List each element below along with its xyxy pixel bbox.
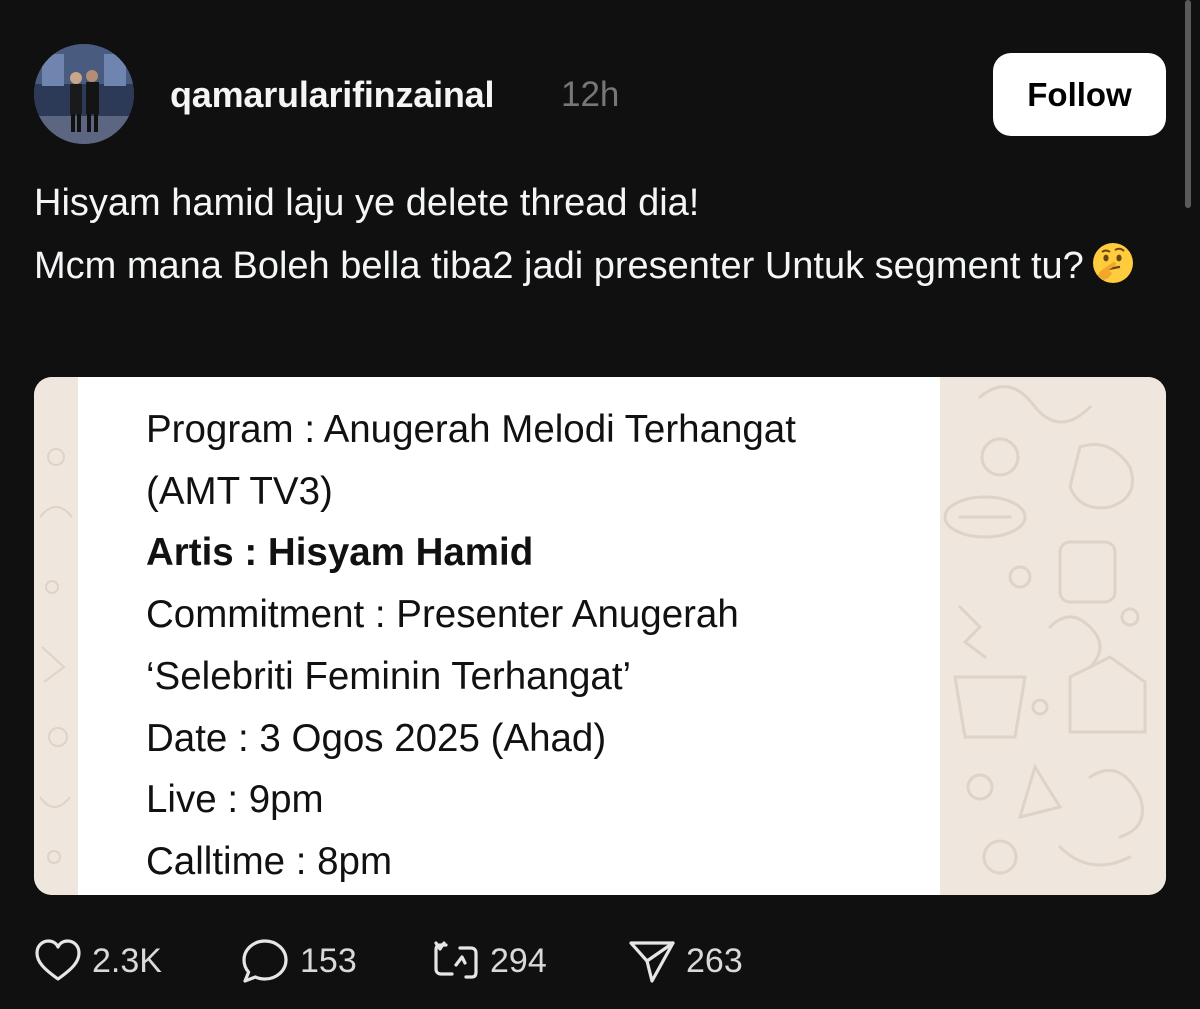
- post-text-line: Hisyam hamid laju ye delete thread dia!: [34, 182, 700, 224]
- message-line: Calltime : 8pm: [146, 839, 393, 883]
- chat-wallpaper-right: [940, 377, 1166, 895]
- comment-bubble-icon: [242, 939, 288, 983]
- avatar-photo: [34, 44, 134, 144]
- wallpaper-doodles: [39, 448, 73, 864]
- post-timestamp: 12h: [561, 75, 620, 114]
- like-count: 2.3K: [92, 941, 162, 980]
- message-line: Program : Anugerah Melodi Terhangat: [146, 408, 796, 451]
- repost-count: 294: [490, 941, 547, 980]
- chat-wallpaper-left: [34, 377, 78, 895]
- post-image[interactable]: Program : Anugerah Melodi Terhangat (AMT…: [34, 377, 1166, 895]
- message-line: (AMT TV3): [146, 469, 333, 513]
- wallpaper-doodles: [943, 385, 1147, 875]
- message-line: Live : 9pm: [146, 778, 324, 822]
- like-button[interactable]: 2.3K: [34, 935, 162, 987]
- message-line: Commitment : Presenter Anugerah: [146, 593, 739, 637]
- chat-message-text: Program : Anugerah Melodi Terhangat (AMT…: [146, 399, 796, 893]
- thread-post: qamarularifinzainal 12h Follow Hisyam ha…: [0, 0, 1200, 1009]
- post-body: Hisyam hamid laju ye delete thread dia! …: [34, 172, 1174, 298]
- message-line-bold: Artis : Hisyam Hamid: [146, 531, 534, 575]
- chat-message-bubble: Program : Anugerah Melodi Terhangat (AMT…: [78, 377, 940, 895]
- message-line: Date : 3 Ogos 2025 (Ahad): [146, 716, 607, 760]
- post-text-line: Mcm mana Boleh bella tiba2 jadi presente…: [34, 245, 1084, 287]
- repost-button[interactable]: 294: [432, 935, 547, 987]
- avatar[interactable]: [34, 44, 134, 144]
- thinking-face-emoji-icon: [1092, 243, 1133, 283]
- share-count: 263: [686, 941, 743, 980]
- share-button[interactable]: 263: [628, 935, 743, 987]
- heart-icon: [35, 939, 81, 981]
- message-line: ‘Selebriti Feminin Terhangat’: [146, 654, 632, 698]
- follow-button[interactable]: Follow: [993, 53, 1166, 136]
- post-actions: 2.3K 153 294 263: [34, 935, 834, 987]
- reply-button[interactable]: 153: [240, 935, 357, 987]
- repost-icon: [434, 941, 478, 979]
- username[interactable]: qamarularifinzainal: [170, 74, 494, 116]
- scrollbar[interactable]: [1185, 0, 1191, 208]
- post-text-line-with-emoji: Mcm mana Boleh bella tiba2 jadi presente…: [34, 235, 1174, 298]
- reply-count: 153: [300, 941, 357, 980]
- send-paper-plane-icon: [629, 941, 675, 983]
